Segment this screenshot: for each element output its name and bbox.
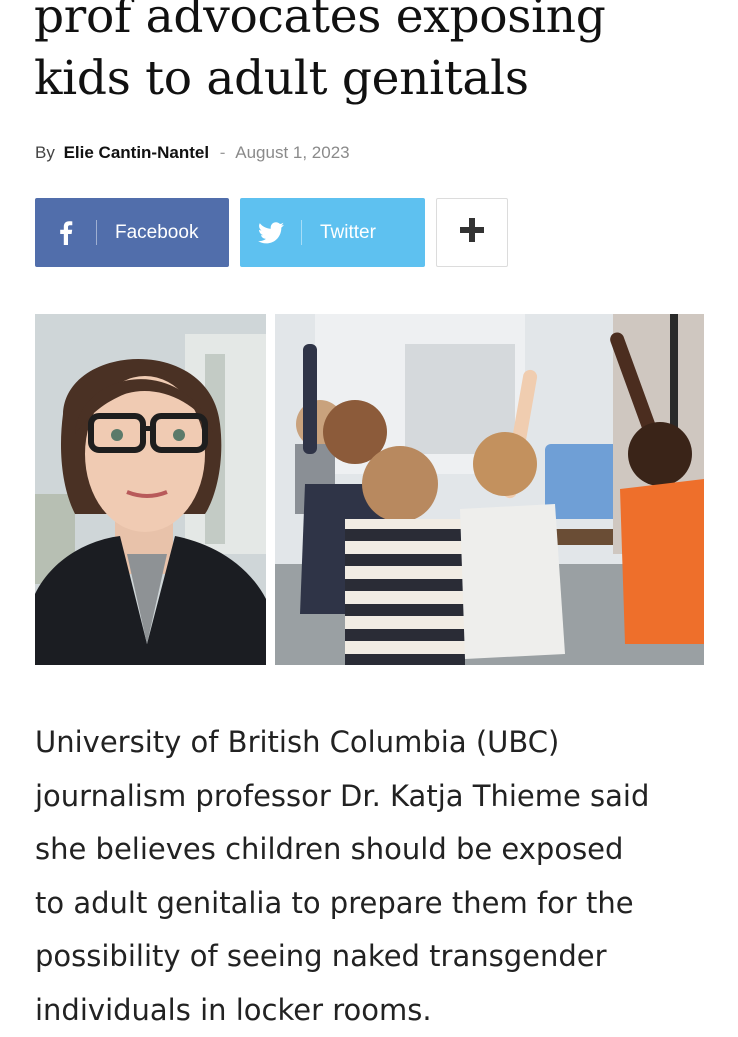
twitter-share-button[interactable]: Twitter — [240, 198, 425, 267]
twitter-icon — [240, 198, 302, 267]
headline-line: prof advocates exposing — [34, 0, 724, 48]
byline-separator: - — [220, 143, 226, 162]
twitter-label: Twitter — [302, 222, 376, 244]
more-share-button[interactable] — [436, 198, 508, 267]
body-line: she believes children should be exposed — [35, 823, 715, 877]
plus-icon — [458, 216, 486, 250]
headline-line: kids to adult genitals — [34, 48, 724, 110]
body-line: possibility of seeing naked transgender — [35, 930, 715, 984]
facebook-share-button[interactable]: Facebook — [35, 198, 229, 267]
body-line: journalism professor Dr. Katja Thieme sa… — [35, 770, 715, 824]
facebook-icon — [35, 198, 97, 267]
byline-by: By — [35, 143, 55, 162]
body-line: individuals in locker rooms. — [35, 984, 715, 1037]
facebook-label: Facebook — [97, 222, 198, 244]
portrait-photo — [35, 314, 266, 665]
author-link[interactable]: Elie Cantin-Nantel — [64, 143, 209, 162]
publish-date: August 1, 2023 — [235, 143, 349, 162]
classroom-photo — [275, 314, 704, 665]
body-line: University of British Columbia (UBC) — [35, 716, 715, 770]
byline: By Elie Cantin-Nantel - August 1, 2023 — [35, 143, 350, 163]
article-headline: prof advocates exposing kids to adult ge… — [34, 0, 724, 110]
body-line: to adult genitalia to prepare them for t… — [35, 877, 715, 931]
article-body: University of British Columbia (UBC) jou… — [35, 716, 715, 1037]
